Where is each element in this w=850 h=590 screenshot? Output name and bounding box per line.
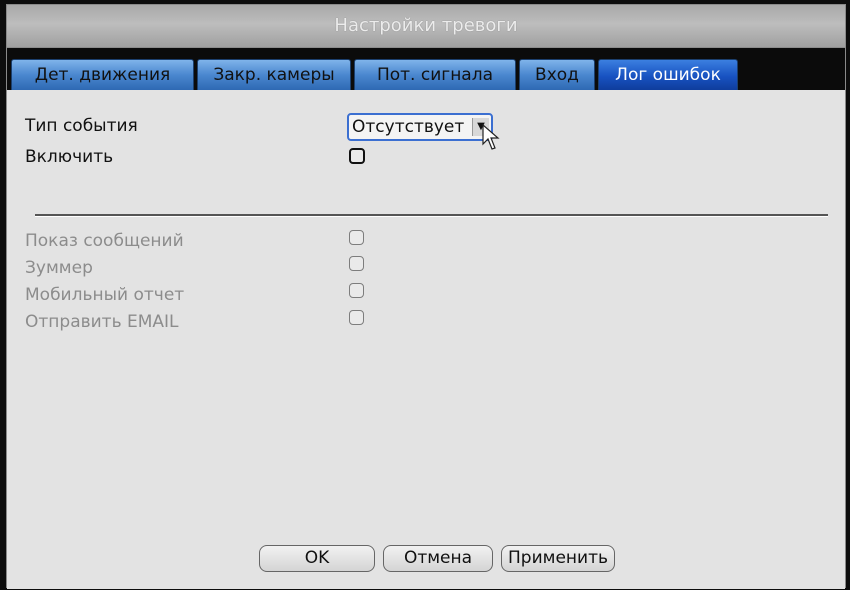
tab-motion-detection[interactable]: Дет. движения <box>11 59 194 90</box>
buzzer-label: Зуммер <box>25 258 93 278</box>
enable-checkbox[interactable] <box>349 148 365 164</box>
event-type-value: Отсутствует <box>352 117 465 137</box>
tab-video-loss[interactable]: Пот. сигнала <box>354 59 516 90</box>
enable-label: Включить <box>25 147 114 167</box>
divider <box>35 214 828 217</box>
event-type-label: Тип события <box>25 116 138 136</box>
show-message-label: Показ сообщений <box>25 231 184 251</box>
cancel-button[interactable]: Отмена <box>383 545 493 572</box>
window-title: Настройки тревоги <box>7 5 845 48</box>
apply-button[interactable]: Применить <box>501 545 615 572</box>
send-email-label: Отправить EMAIL <box>25 312 179 332</box>
tab-error-log[interactable]: Лог ошибок <box>598 59 738 90</box>
send-email-checkbox[interactable] <box>349 310 364 325</box>
content-panel: Тип события Отсутствует ▼ Включить Показ… <box>7 90 845 589</box>
alarm-settings-window: Настройки тревоги Дет. движения Закр. ка… <box>6 4 846 589</box>
mobile-report-checkbox[interactable] <box>349 283 364 298</box>
event-type-select[interactable]: Отсутствует ▼ <box>347 113 493 141</box>
show-message-checkbox[interactable] <box>349 230 364 245</box>
mouse-pointer-icon <box>482 124 500 150</box>
tab-camera-blind[interactable]: Закр. камеры <box>197 59 351 90</box>
tab-strip: Дет. движения Закр. камеры Пот. сигнала … <box>7 48 845 90</box>
buzzer-checkbox[interactable] <box>349 256 364 271</box>
ok-button[interactable]: OK <box>259 545 375 572</box>
tab-alarm-input[interactable]: Вход <box>519 59 595 90</box>
mobile-report-label: Мобильный отчет <box>25 285 185 305</box>
